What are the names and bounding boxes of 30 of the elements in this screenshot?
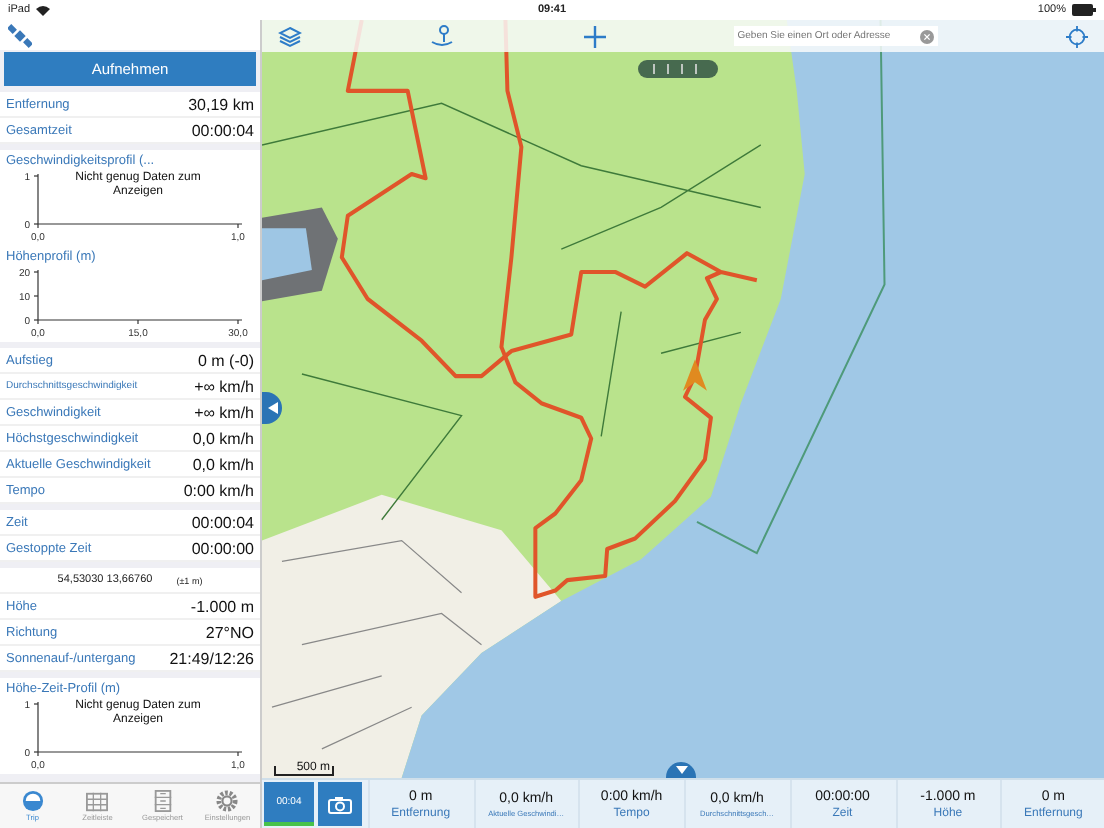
add-icon[interactable] bbox=[583, 25, 605, 47]
table-icon bbox=[86, 791, 109, 811]
stat-value: 0 m (-0) bbox=[198, 351, 254, 369]
person-pin-icon[interactable] bbox=[430, 24, 455, 48]
camera-icon bbox=[328, 795, 352, 813]
stat-value: +∞ km/h bbox=[194, 377, 254, 395]
layers-icon[interactable] bbox=[278, 25, 302, 47]
down-arrow-icon bbox=[675, 766, 687, 774]
stat-value: 27°NO bbox=[205, 623, 254, 641]
stat-value: +∞ km/h bbox=[194, 403, 254, 421]
cabinet-icon bbox=[153, 790, 172, 812]
stat-value: 00:00:04 bbox=[191, 513, 254, 531]
stat-value: 00:00:04 bbox=[191, 121, 254, 139]
satellite-icon[interactable] bbox=[8, 23, 32, 47]
ruler-icon bbox=[638, 60, 718, 78]
stat-value: 21:49/12:26 bbox=[169, 649, 254, 667]
stat-value: 0:00 km/h bbox=[183, 481, 254, 499]
stat-value: 0,0 km/h bbox=[192, 429, 254, 447]
clear-icon[interactable] bbox=[919, 29, 934, 43]
stat-value: -1.000 m bbox=[190, 597, 254, 615]
stat-value: 0,0 km/h bbox=[192, 455, 254, 473]
stat-value: 00:00:00 bbox=[191, 539, 254, 557]
camera-button[interactable] bbox=[318, 782, 362, 826]
wifi-icon bbox=[36, 5, 51, 15]
locate-icon[interactable] bbox=[1066, 25, 1088, 47]
stat-value: 30,19 km bbox=[188, 95, 254, 113]
settings-icon bbox=[216, 790, 239, 812]
battery-icon bbox=[1072, 4, 1096, 16]
left-arrow-icon bbox=[267, 402, 277, 414]
dial-icon bbox=[21, 790, 44, 812]
